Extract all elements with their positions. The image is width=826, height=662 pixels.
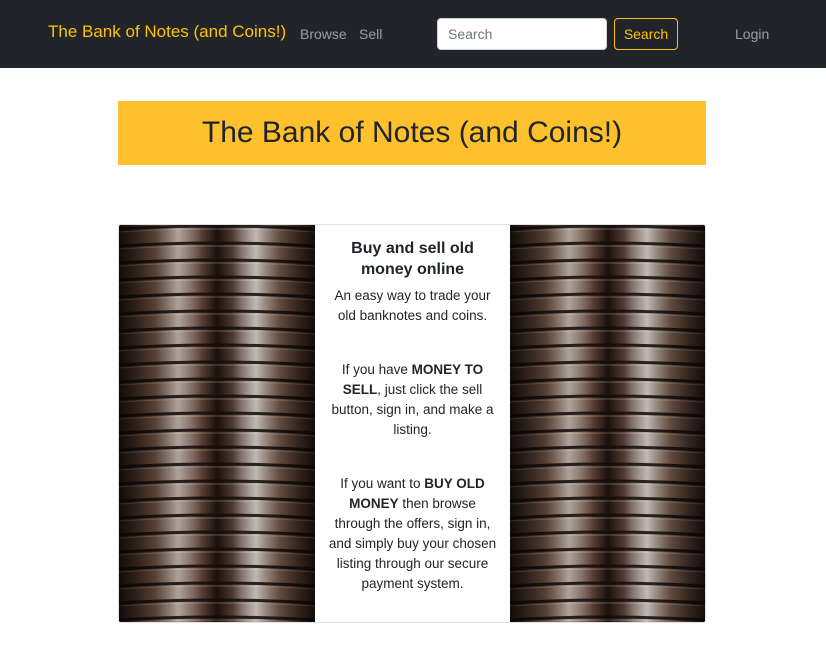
coin-stack-image: [510, 225, 705, 622]
buy-text: If you want to BUY OLD MONEY then browse…: [328, 476, 497, 591]
intro-text-panel: Buy and sell old money online An easy wa…: [315, 225, 510, 622]
coin-stack-image-right: [510, 225, 705, 622]
intro-text: An easy way to trade your old banknotes …: [334, 288, 491, 323]
login-link[interactable]: Login: [735, 26, 769, 42]
navbar: The Bank of Notes (and Coins!) Browse Se…: [0, 0, 826, 68]
sell-text: If you have MONEY TO SELL, just click th…: [331, 362, 494, 437]
nav-browse-link[interactable]: Browse: [300, 26, 347, 42]
nav-sell-link[interactable]: Sell: [359, 26, 382, 42]
coin-stack-image: [119, 225, 315, 622]
search-input[interactable]: [437, 18, 607, 50]
hero-banner: The Bank of Notes (and Coins!): [118, 101, 706, 165]
page-title: The Bank of Notes (and Coins!): [201, 116, 623, 149]
intro-card: Buy and sell old money online An easy wa…: [118, 224, 706, 623]
coin-stack-image-left: [119, 225, 315, 622]
brand-link[interactable]: The Bank of Notes (and Coins!): [48, 22, 286, 42]
card-heading: Buy and sell old money online: [351, 240, 474, 278]
search-button[interactable]: Search: [614, 18, 678, 50]
